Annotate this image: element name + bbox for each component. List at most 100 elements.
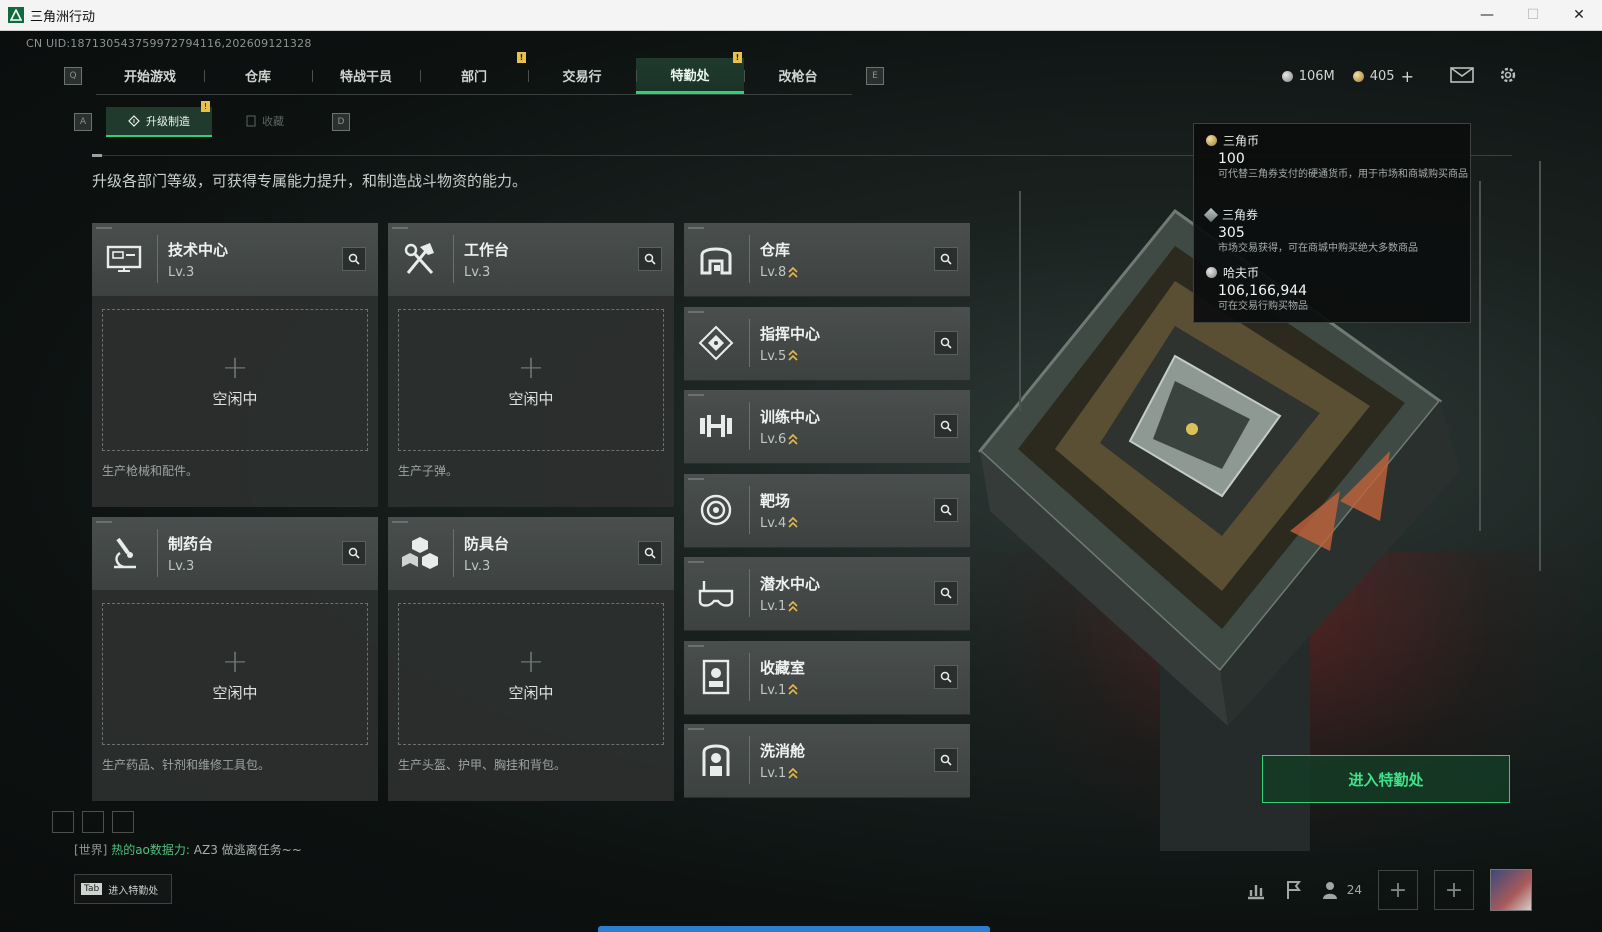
card-header[interactable]: 制药台 Lv.3 bbox=[92, 517, 378, 591]
quick-slot[interactable] bbox=[112, 811, 134, 833]
quick-slots bbox=[52, 811, 134, 833]
facility-name: 工作台 bbox=[464, 241, 510, 259]
nav-next-key[interactable]: E bbox=[866, 67, 884, 85]
facility-card[interactable]: 指挥中心 Lv.5 bbox=[684, 306, 970, 381]
warehouse-icon bbox=[700, 247, 732, 275]
mail-icon[interactable] bbox=[1450, 67, 1474, 83]
card-header[interactable]: 洗消舱 Lv.1 bbox=[684, 724, 970, 798]
minimize-button[interactable]: — bbox=[1464, 0, 1510, 30]
currency-tooltip: 三角币 100 可代替三角券支付的硬通货币，用于市场和商城购买商品 三角券 30… bbox=[1193, 123, 1471, 323]
main-nav: Q 开始游戏 仓库 特战干员 部门! 交易行 特勤处! 改枪台 E bbox=[64, 51, 884, 95]
target-icon bbox=[700, 494, 732, 525]
tab-collection[interactable]: 收藏 bbox=[212, 107, 318, 135]
divider-mark bbox=[92, 154, 102, 157]
decon-icon bbox=[702, 744, 730, 776]
subnav-next-key[interactable]: D bbox=[332, 113, 350, 131]
close-button[interactable]: ✕ bbox=[1556, 0, 1602, 30]
facility-name: 训练中心 bbox=[760, 408, 821, 426]
facility-level: Lv.8 bbox=[760, 265, 798, 280]
card-header[interactable]: 潜水中心 Lv.1 bbox=[684, 557, 970, 631]
microscope-icon bbox=[114, 537, 136, 569]
facility-level: Lv.3 bbox=[464, 559, 491, 574]
production-card-workbench: 工作台 Lv.3 + 空闲中 生产子弹。 bbox=[388, 223, 674, 507]
search-icon[interactable] bbox=[934, 497, 958, 522]
haf-coin-display[interactable]: 106M bbox=[1281, 69, 1335, 84]
gear-icon[interactable] bbox=[1498, 65, 1518, 85]
craft-slot[interactable]: + 空闲中 bbox=[102, 309, 368, 451]
card-header[interactable]: 训练中心 Lv.6 bbox=[684, 390, 970, 464]
facility-level: Lv.5 bbox=[760, 349, 798, 364]
search-icon[interactable] bbox=[934, 414, 958, 438]
search-icon[interactable] bbox=[342, 541, 366, 565]
search-icon[interactable] bbox=[934, 664, 958, 689]
tab-upgrade-craft[interactable]: 升级制造 ! bbox=[106, 101, 212, 137]
search-icon[interactable] bbox=[934, 247, 958, 271]
card-header[interactable]: 技术中心 Lv.3 bbox=[92, 223, 378, 297]
tab-warehouse[interactable]: 仓库 bbox=[204, 58, 312, 94]
add-currency-button[interactable]: + bbox=[1401, 67, 1414, 86]
triangle-coin-display[interactable]: 405 + bbox=[1352, 67, 1414, 86]
nav-prev-key[interactable]: Q bbox=[64, 67, 82, 85]
facility-card[interactable]: 洗消舱 Lv.1 bbox=[684, 724, 970, 798]
tab-gunsmith[interactable]: 改枪台 bbox=[744, 58, 852, 94]
quick-slot[interactable] bbox=[52, 811, 74, 833]
tab-trading[interactable]: 交易行 bbox=[528, 58, 636, 94]
slot-status: 空闲中 bbox=[508, 389, 554, 408]
add-teammate-button[interactable]: + bbox=[1378, 870, 1418, 910]
search-icon[interactable] bbox=[638, 541, 662, 565]
stats-icon[interactable] bbox=[1245, 879, 1267, 901]
tab-operators[interactable]: 特战干员 bbox=[312, 58, 420, 94]
triangle-coin-icon bbox=[1352, 71, 1364, 82]
add-icon: + bbox=[517, 347, 545, 386]
upgrade-available-icon bbox=[788, 683, 798, 695]
production-card-tech-center: 技术中心 Lv.3 + 空闲中 生产枪械和配件。 bbox=[92, 223, 378, 507]
card-header[interactable]: 收藏室 Lv.1 bbox=[684, 640, 970, 715]
currency-bar: 106M 405 + bbox=[1281, 67, 1512, 86]
facility-card[interactable]: 收藏室 Lv.1 bbox=[684, 640, 970, 715]
search-icon[interactable] bbox=[934, 581, 958, 605]
notification-badge: ! bbox=[733, 51, 742, 63]
facility-level: Lv.3 bbox=[168, 559, 195, 574]
card-header[interactable]: 靶场 Lv.4 bbox=[684, 473, 970, 548]
add-teammate-button[interactable]: + bbox=[1434, 870, 1474, 910]
facility-name: 洗消舱 bbox=[760, 742, 806, 760]
production-card-armor-bench: 防具台 Lv.3 + 空闲中 生产头盔、护甲、胸挂和背包。 bbox=[388, 517, 674, 801]
facility-card[interactable]: 仓库 Lv.8 bbox=[684, 223, 970, 297]
card-header[interactable]: 指挥中心 Lv.5 bbox=[684, 306, 970, 381]
search-icon[interactable] bbox=[342, 247, 366, 271]
command-icon bbox=[698, 325, 734, 360]
production-card-pharmacy: 制药台 Lv.3 + 空闲中 生产药品、针剂和维修工具包。 bbox=[92, 517, 378, 801]
chat-line[interactable]: [世界] 热的ao数据力: AZ3 做逃离任务~~ bbox=[74, 841, 302, 858]
facility-card[interactable]: 靶场 Lv.4 bbox=[684, 473, 970, 548]
notification-badge: ! bbox=[201, 101, 210, 112]
friends-button[interactable]: 24 bbox=[1321, 879, 1362, 901]
avatar[interactable] bbox=[1490, 869, 1532, 911]
facility-level: Lv.1 bbox=[760, 683, 798, 698]
facility-card[interactable]: 训练中心 Lv.6 bbox=[684, 390, 970, 464]
tab-start-game[interactable]: 开始游戏 bbox=[96, 58, 204, 94]
search-icon[interactable] bbox=[638, 247, 662, 271]
sub-nav: A 升级制造 ! 收藏 D bbox=[74, 101, 350, 137]
monitor-icon bbox=[106, 245, 142, 272]
facility-name: 防具台 bbox=[464, 535, 510, 553]
tab-special-ops[interactable]: 特勤处! bbox=[636, 51, 744, 94]
craft-slot[interactable]: + 空闲中 bbox=[398, 603, 664, 745]
maximize-button[interactable]: ☐ bbox=[1510, 0, 1556, 30]
tab-department[interactable]: 部门! bbox=[420, 51, 528, 94]
card-description: 生产药品、针剂和维修工具包。 bbox=[102, 758, 271, 772]
facility-card[interactable]: 潜水中心 Lv.1 bbox=[684, 557, 970, 631]
flag-icon[interactable] bbox=[1283, 879, 1305, 901]
card-header[interactable]: 防具台 Lv.3 bbox=[388, 517, 674, 591]
card-header[interactable]: 工作台 Lv.3 bbox=[388, 223, 674, 297]
subnav-prev-key[interactable]: A bbox=[74, 113, 92, 131]
enter-special-ops-button[interactable]: 进入特勤处 bbox=[1262, 755, 1510, 803]
facility-name: 指挥中心 bbox=[760, 324, 821, 343]
friends-icon bbox=[1322, 882, 1337, 899]
search-icon[interactable] bbox=[934, 748, 958, 772]
craft-slot[interactable]: + 空闲中 bbox=[398, 309, 664, 451]
card-header[interactable]: 仓库 Lv.8 bbox=[684, 223, 970, 297]
craft-slot[interactable]: + 空闲中 bbox=[102, 603, 368, 745]
quick-slot[interactable] bbox=[82, 811, 104, 833]
tab-key-hint[interactable]: Tab 进入特勤处 bbox=[74, 874, 172, 904]
search-icon[interactable] bbox=[934, 330, 958, 355]
